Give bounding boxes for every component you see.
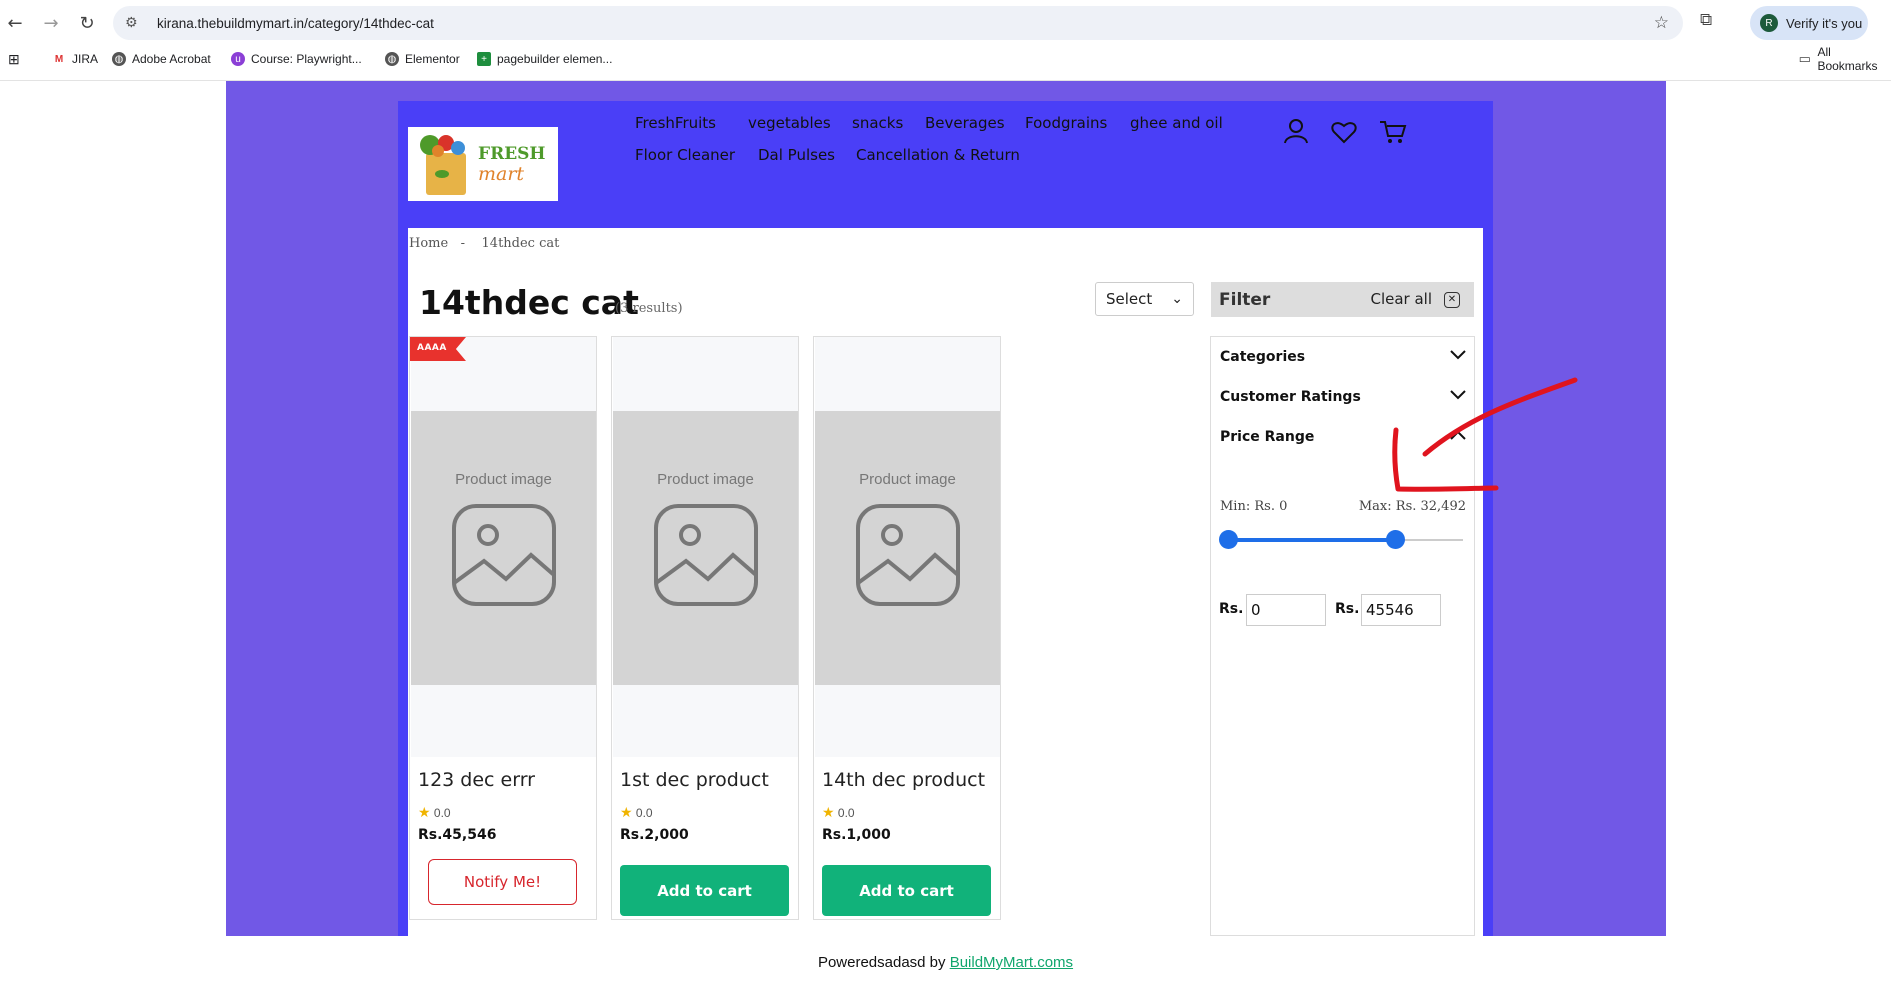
site-logo[interactable]: FRESH mart <box>408 127 558 201</box>
product-price: Rs.1,000 <box>822 827 891 843</box>
price-min-label: Min: Rs. 0 <box>1220 499 1288 514</box>
bookmark-elementor[interactable]: ◍ Elementor <box>385 48 460 70</box>
bookmark-pagebuilder[interactable]: + pagebuilder elemen... <box>477 48 612 70</box>
footer-link[interactable]: BuildMyMart.coms <box>950 954 1073 971</box>
menu-item-snacks[interactable]: snacks <box>852 114 903 132</box>
url-text: kirana.thebuildmymart.in/category/14thde… <box>157 15 434 31</box>
star-icon: ★ <box>418 804 431 820</box>
product-rating: ★ 0.0 <box>620 804 653 820</box>
globe-icon: ◍ <box>385 52 399 66</box>
back-icon[interactable]: ← <box>2 10 28 36</box>
course-icon: u <box>231 52 245 66</box>
sort-selected-value: Select <box>1106 290 1153 308</box>
breadcrumb-separator: - <box>460 236 465 251</box>
menu-item-floor-cleaner[interactable]: Floor Cleaner <box>635 146 735 164</box>
price-slider-max-handle[interactable] <box>1386 530 1406 549</box>
notify-me-button[interactable]: Notify Me! <box>428 859 577 905</box>
site-info-icon[interactable]: ⚙ <box>125 15 143 31</box>
globe-icon: ◍ <box>112 52 126 66</box>
bookmarks-bar: ⊞ M JIRA ◍ Adobe Acrobat u Course: Playwrig… <box>0 45 1891 73</box>
results-count: (3 results) <box>615 301 683 316</box>
clear-all-link[interactable]: Clear all <box>1370 290 1432 308</box>
product-image[interactable]: Product image <box>815 411 1000 685</box>
avatar: R <box>1760 14 1778 32</box>
forward-icon[interactable]: → <box>38 10 64 36</box>
site-footer: Poweredsadasd by BuildMyMart.coms <box>0 954 1891 971</box>
address-bar[interactable]: ⚙ kirana.thebuildmymart.in/category/14th… <box>113 6 1683 40</box>
product-name[interactable]: 1st dec product <box>620 769 769 791</box>
product-card[interactable]: Product image 1st dec product ★ 0.0 Rs.2… <box>611 336 799 920</box>
image-placeholder-label: Product image <box>859 471 956 488</box>
product-rating: ★ 0.0 <box>822 804 855 820</box>
menu-item-cancellation[interactable]: Cancellation & Return <box>856 146 1020 164</box>
bookmark-course[interactable]: u Course: Playwright... <box>231 48 362 70</box>
user-icon[interactable] <box>1283 118 1309 144</box>
product-image[interactable]: Product image <box>411 411 596 685</box>
chevron-down-icon[interactable] <box>1450 349 1466 361</box>
menu-item-freshfruits[interactable]: FreshFruits <box>635 114 716 132</box>
min-price-input[interactable]: 0 <box>1246 594 1326 626</box>
image-placeholder-icon <box>452 504 556 606</box>
footer-text: Poweredsadasd by <box>817 954 950 971</box>
browser-chrome: ← → ↻ ⚙ kirana.thebuildmymart.in/categor… <box>0 0 1891 81</box>
product-name[interactable]: 123 dec errr <box>418 769 535 791</box>
sheets-icon: + <box>477 52 491 66</box>
product-name[interactable]: 14th dec product <box>822 769 985 791</box>
add-to-cart-button[interactable]: Add to cart <box>620 865 789 916</box>
cart-icon[interactable] <box>1379 119 1407 145</box>
annotation-arrow-icon <box>1392 377 1578 492</box>
close-icon[interactable]: ✕ <box>1444 292 1460 308</box>
filter-title: Filter <box>1219 289 1271 310</box>
image-placeholder-icon <box>654 504 758 606</box>
add-to-cart-button[interactable]: Add to cart <box>822 865 991 916</box>
menu-item-beverages[interactable]: Beverages <box>925 114 1005 132</box>
price-slider-fill <box>1228 538 1396 542</box>
product-card[interactable]: Product image 14th dec product ★ 0.0 Rs.… <box>813 336 1001 920</box>
filter-header: Filter Clear all ✕ <box>1211 282 1474 317</box>
breadcrumb-current: 14thdec cat <box>481 236 560 251</box>
gmail-icon: M <box>54 53 64 65</box>
product-price: Rs.2,000 <box>620 827 689 843</box>
product-rating: ★ 0.0 <box>418 804 451 820</box>
min-currency-label: Rs. <box>1219 601 1244 617</box>
menu-item-vegetables[interactable]: vegetables <box>748 114 831 132</box>
facet-price-range[interactable]: Price Range <box>1220 429 1314 445</box>
breadcrumb: Home - 14thdec cat <box>409 236 559 251</box>
max-currency-label: Rs. <box>1335 601 1360 617</box>
menu-item-foodgrains[interactable]: Foodgrains <box>1025 114 1107 132</box>
image-placeholder-label: Product image <box>657 471 754 488</box>
heart-icon[interactable] <box>1331 120 1357 144</box>
folder-icon: ▭ <box>1798 51 1811 66</box>
chevron-down-icon: ⌄ <box>1171 291 1183 307</box>
sort-select[interactable]: Select ⌄ <box>1095 282 1194 316</box>
profile-label: Verify it's you <box>1786 15 1863 31</box>
price-max-label: Max: Rs. 32,492 <box>1358 499 1466 514</box>
price-slider-min-handle[interactable] <box>1218 530 1238 549</box>
image-placeholder-icon <box>856 504 960 606</box>
image-placeholder-label: Product image <box>455 471 552 488</box>
facet-categories[interactable]: Categories <box>1220 349 1305 365</box>
page-title: 14thdec cat <box>419 283 639 322</box>
bookmark-star-icon[interactable]: ☆ <box>1654 13 1669 33</box>
product-price: Rs.45,546 <box>418 827 497 843</box>
grocery-bag-icon <box>420 135 466 195</box>
reload-icon[interactable]: ↻ <box>74 10 100 36</box>
extensions-icon[interactable]: ⧉ <box>1700 10 1712 30</box>
menu-item-ghee-oil[interactable]: ghee and oil <box>1130 114 1223 132</box>
bookmark-jira[interactable]: M JIRA <box>52 48 98 70</box>
profile-chip[interactable]: R Verify it's you <box>1750 6 1868 40</box>
max-price-input[interactable]: 45546 <box>1361 594 1441 626</box>
menu-item-dal-pulses[interactable]: Dal Pulses <box>758 146 835 164</box>
product-card[interactable]: Product image AAAA 123 dec errr ★ 0.0 Rs… <box>409 336 597 920</box>
bookmark-adobe[interactable]: ◍ Adobe Acrobat <box>112 48 211 70</box>
logo-word-mart: mart <box>478 163 525 185</box>
star-icon: ★ <box>620 804 633 820</box>
logo-word-fresh: FRESH <box>478 144 546 164</box>
all-bookmarks[interactable]: ▭ All Bookmarks <box>1798 45 1891 73</box>
facet-customer-ratings[interactable]: Customer Ratings <box>1220 389 1361 405</box>
apps-grid-icon[interactable]: ⊞ <box>8 48 20 70</box>
star-icon: ★ <box>822 804 835 820</box>
product-image[interactable]: Product image <box>613 411 798 685</box>
breadcrumb-home[interactable]: Home <box>409 236 448 251</box>
